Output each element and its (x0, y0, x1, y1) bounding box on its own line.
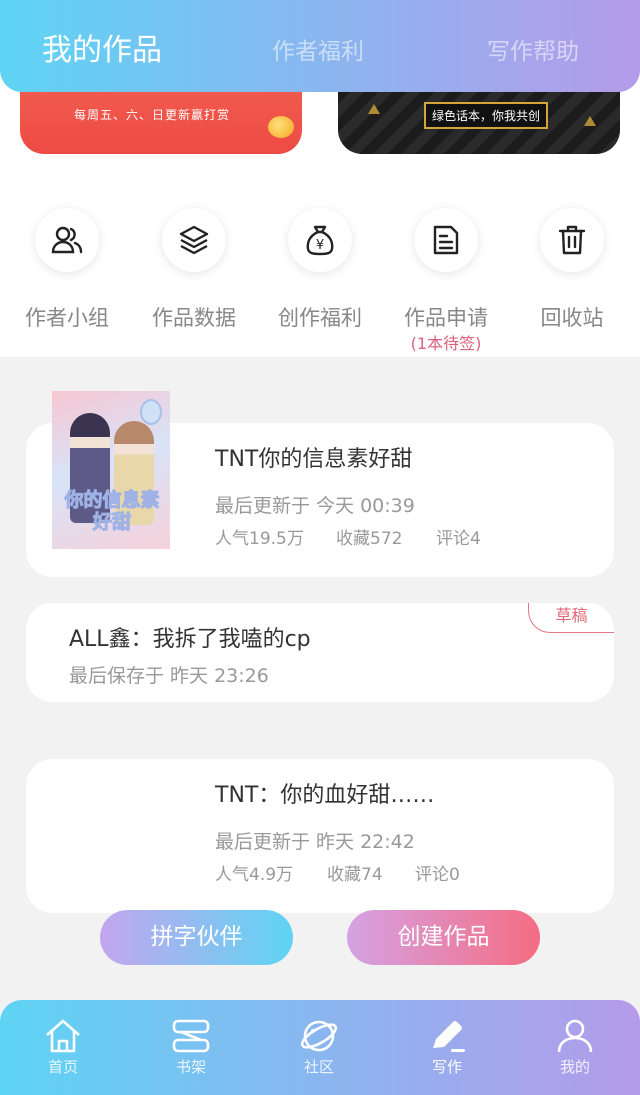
work-popularity: 人气19.5万 (215, 529, 304, 549)
cover-title: 你的信息素好甜 (64, 489, 160, 534)
banner-update-reward[interactable]: 每周五、六、日更新赢打赏 (20, 90, 302, 154)
triangle-decoration-icon (368, 104, 380, 114)
banner-green-story[interactable]: 绿色话本，你我共创 (338, 90, 620, 154)
work-update-time: 最后更新于 今天 00:39 (215, 495, 415, 517)
home-icon (46, 1019, 80, 1053)
work-favorites: 收藏74 (327, 865, 383, 885)
bookshelf-icon (172, 1019, 210, 1053)
bottom-nav: 首页 书架 社区 写作 我的 (0, 1000, 640, 1095)
work-save-time: 最后保存于 昨天 23:26 (69, 665, 269, 687)
work-update-time: 最后更新于 昨天 22:42 (215, 831, 415, 853)
nav-mine[interactable]: 我的 (535, 1018, 615, 1077)
quick-works-application[interactable]: 作品申请 (1本待签) (396, 208, 496, 354)
cover-badge-icon (140, 399, 162, 425)
triangle-decoration-icon (584, 116, 596, 126)
banner-red-text: 每周五、六、日更新赢打赏 (74, 108, 231, 122)
nav-label: 写作 (431, 1058, 462, 1076)
create-work-button[interactable]: 创建作品 (347, 910, 540, 965)
draft-badge: 草稿 (528, 603, 614, 633)
money-bag-icon: ¥ (288, 208, 352, 272)
users-icon (35, 208, 99, 272)
quick-label: 作者小组 (25, 306, 109, 330)
work-favorites: 收藏572 (336, 529, 403, 549)
nav-community[interactable]: 社区 (279, 1018, 359, 1077)
nav-home[interactable]: 首页 (23, 1018, 103, 1077)
svg-text:¥: ¥ (316, 238, 324, 253)
quick-label: 回收站 (540, 306, 604, 330)
quick-label: 创作福利 (278, 306, 362, 330)
trash-icon (540, 208, 604, 272)
work-title: ALL鑫：我拆了我嗑的cp (69, 627, 311, 652)
work-title: TNT你的信息素好甜 (215, 447, 413, 472)
quick-recycle-bin[interactable]: 回收站 (522, 208, 622, 332)
coin-icon (268, 116, 294, 138)
tab-my-works[interactable]: 我的作品 (42, 0, 162, 92)
quick-label: 作品数据 (152, 306, 236, 330)
quick-label: 作品申请 (404, 306, 488, 330)
work-title: TNT：你的血好甜…… (215, 783, 435, 808)
nav-write[interactable]: 写作 (407, 1018, 487, 1077)
tab-writing-help[interactable]: 写作帮助 (487, 0, 579, 92)
pending-sign-count: (1本待签) (410, 334, 482, 353)
user-icon (557, 1019, 593, 1053)
document-icon (414, 208, 478, 272)
planet-icon (300, 1020, 338, 1052)
nav-label: 社区 (303, 1058, 334, 1076)
work-popularity: 人气4.9万 (215, 865, 294, 885)
work-cover-image[interactable]: 你的信息素好甜 (52, 391, 170, 549)
pen-icon (433, 1021, 465, 1052)
nav-label: 书架 (175, 1058, 206, 1076)
banner-dark-text: 绿色话本，你我共创 (424, 102, 549, 129)
layers-icon (162, 208, 226, 272)
work-card[interactable]: TNT：你的血好甜…… 最后更新于 昨天 22:42 人气4.9万 收藏74 评… (26, 759, 614, 913)
tab-author-welfare[interactable]: 作者福利 (272, 0, 364, 92)
quick-creation-welfare[interactable]: ¥ 创作福利 (270, 208, 370, 332)
nav-label: 我的 (559, 1058, 590, 1076)
nav-bookshelf[interactable]: 书架 (151, 1018, 231, 1077)
quick-author-group[interactable]: 作者小组 (17, 208, 117, 332)
top-tab-bar: 我的作品 作者福利 写作帮助 (0, 0, 640, 92)
quick-works-data[interactable]: 作品数据 (144, 208, 244, 332)
nav-label: 首页 (47, 1058, 78, 1076)
work-comments: 评论4 (436, 529, 481, 549)
top-section: 每周五、六、日更新赢打赏 绿色话本，你我共创 作者小组 作品数据 ¥ 创作福利 … (0, 60, 640, 357)
writing-partner-button[interactable]: 拼字伙伴 (100, 910, 293, 965)
work-comments: 评论0 (415, 865, 460, 885)
work-card-draft[interactable]: 草稿 ALL鑫：我拆了我嗑的cp 最后保存于 昨天 23:26 (26, 603, 614, 702)
